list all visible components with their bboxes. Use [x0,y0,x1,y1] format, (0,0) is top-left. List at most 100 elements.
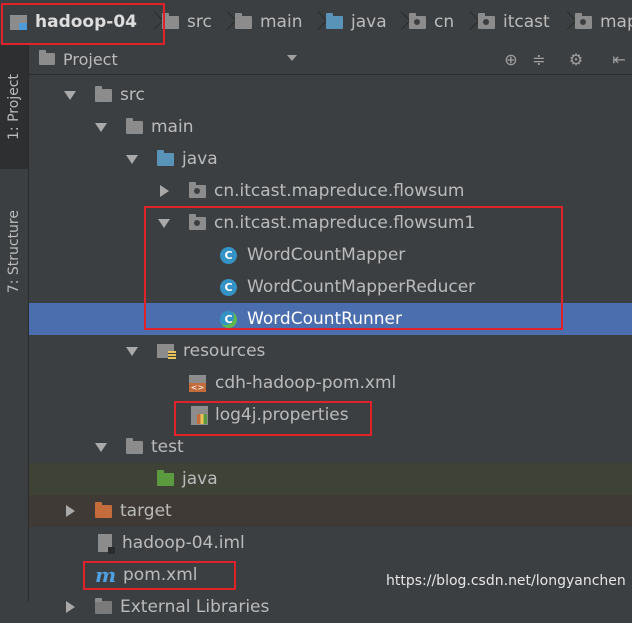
tree-node-src[interactable]: src [29,79,632,111]
tree-node-class-runner[interactable]: C WordCountRunner [29,303,632,335]
tree-node-package-flowsum1[interactable]: cn.itcast.mapreduce.flowsum1 [29,207,632,239]
class-icon: C [220,278,237,296]
watermark-text: https://blog.csdn.net/longyanchen [386,573,626,589]
tree-label: resources [183,341,266,361]
expanded-arrow-icon[interactable] [95,443,107,452]
collapse-all-icon[interactable]: ≑ [529,49,549,69]
expanded-arrow-icon[interactable] [95,123,107,132]
breadcrumb-label: main [260,12,303,32]
test-source-folder-icon [157,469,174,486]
folder-icon [235,12,252,29]
tree-label: cn.itcast.mapreduce.flowsum1 [214,213,476,233]
chevron-down-icon[interactable] [287,55,297,61]
tree-node-external-libraries[interactable]: External Libraries [29,591,632,623]
tree-node-test-java[interactable]: java [29,463,632,495]
package-icon [478,12,495,29]
runnable-class-icon: C [220,310,237,328]
library-icon [95,597,112,614]
breadcrumb-item-module[interactable]: hadoop-04 [10,0,137,44]
breadcrumb-item-src[interactable]: src [162,0,212,44]
breadcrumb-label: hadoop-04 [35,12,137,32]
package-icon [409,12,426,29]
tree-node-main[interactable]: main [29,111,632,143]
breadcrumb-label: itcast [503,12,550,32]
tree-node-resources[interactable]: resources [29,335,632,367]
tree-node-test[interactable]: test [29,431,632,463]
breadcrumb-item-java[interactable]: java [326,0,387,44]
chevron-right-icon [221,10,231,34]
tree-label: java [182,469,218,489]
chevron-right-icon [312,10,322,34]
tab-project[interactable]: 1: Project [0,44,28,169]
tree-label: main [151,117,194,137]
target-icon[interactable]: ⊕ [501,49,521,69]
folder-icon [126,117,143,134]
tree-label: src [120,85,145,105]
xml-file-icon [189,374,206,392]
tree-label: External Libraries [120,597,270,617]
package-icon [189,213,206,230]
tree-node-iml[interactable]: hadoop-04.iml [29,527,632,559]
tree-label: java [182,149,218,169]
tree-label: cn.itcast.mapreduce.flowsum [214,181,465,201]
expanded-arrow-icon[interactable] [158,219,170,228]
chevron-right-icon [464,10,474,34]
maven-icon: m [95,563,117,587]
package-icon [189,181,206,198]
tree-label: pom.xml [123,565,198,585]
tree-node-class-mapper[interactable]: C WordCountMapper [29,239,632,271]
tree-node-class-reducer[interactable]: C WordCountMapperReducer [29,271,632,303]
breadcrumb-item-map[interactable]: map [575,0,632,44]
chevron-right-icon [148,10,158,34]
tree-label: WordCountMapper [247,245,406,265]
breadcrumb-item-main[interactable]: main [235,0,302,44]
breadcrumb-label: map [600,12,632,32]
tree-label: cdh-hadoop-pom.xml [215,373,397,393]
breadcrumb-label: src [187,12,212,32]
module-file-icon [98,534,115,554]
tab-structure-label: 7: Structure [6,209,22,294]
tree-label: WordCountMapperReducer [247,277,476,297]
project-view-icon [39,50,55,65]
resources-folder-icon [157,344,176,359]
tab-project-label: 1: Project [6,73,22,140]
folder-icon [95,85,112,102]
expanded-arrow-icon[interactable] [64,91,76,100]
folder-icon [162,12,179,29]
tree-node-log4j-properties[interactable]: log4j.properties [29,399,632,431]
package-icon [575,12,592,29]
expanded-arrow-icon[interactable] [126,155,138,164]
tree-node-package-flowsum[interactable]: cn.itcast.mapreduce.flowsum [29,175,632,207]
project-panel-header: Project ⊕ ≑ ⚙ ⇤ [29,44,632,75]
module-icon [10,14,27,30]
chevron-right-icon [561,10,571,34]
hide-panel-icon[interactable]: ⇤ [609,49,629,69]
tree-label: WordCountRunner [247,309,403,329]
source-folder-icon [326,12,343,29]
project-tree: src main java cn.itcast.mapreduce.flowsu… [29,75,632,617]
breadcrumb-item-cn[interactable]: cn [409,0,454,44]
tree-label: target [120,501,172,521]
folder-icon [126,437,143,454]
breadcrumb: hadoop-04 src main java cn itcast map [0,0,632,45]
tree-label: log4j.properties [215,405,349,425]
breadcrumb-label: java [351,12,387,32]
breadcrumb-label: cn [434,12,455,32]
collapsed-arrow-icon[interactable] [66,505,75,517]
tree-node-target[interactable]: target [29,495,632,527]
chevron-right-icon [395,10,405,34]
expanded-arrow-icon[interactable] [126,347,138,356]
source-folder-icon [157,149,174,166]
collapsed-arrow-icon[interactable] [160,185,169,197]
tab-structure[interactable]: 7: Structure [0,184,28,319]
gear-icon[interactable]: ⚙ [566,49,586,69]
collapsed-arrow-icon[interactable] [66,601,75,613]
panel-title[interactable]: Project [63,50,118,69]
properties-file-icon [191,405,208,425]
tree-node-java[interactable]: java [29,143,632,175]
excluded-folder-icon [95,501,112,518]
tree-label: test [151,437,184,457]
tree-node-cdh-pom-xml[interactable]: cdh-hadoop-pom.xml [29,367,632,399]
class-icon: C [220,246,237,264]
breadcrumb-item-itcast[interactable]: itcast [478,0,550,44]
